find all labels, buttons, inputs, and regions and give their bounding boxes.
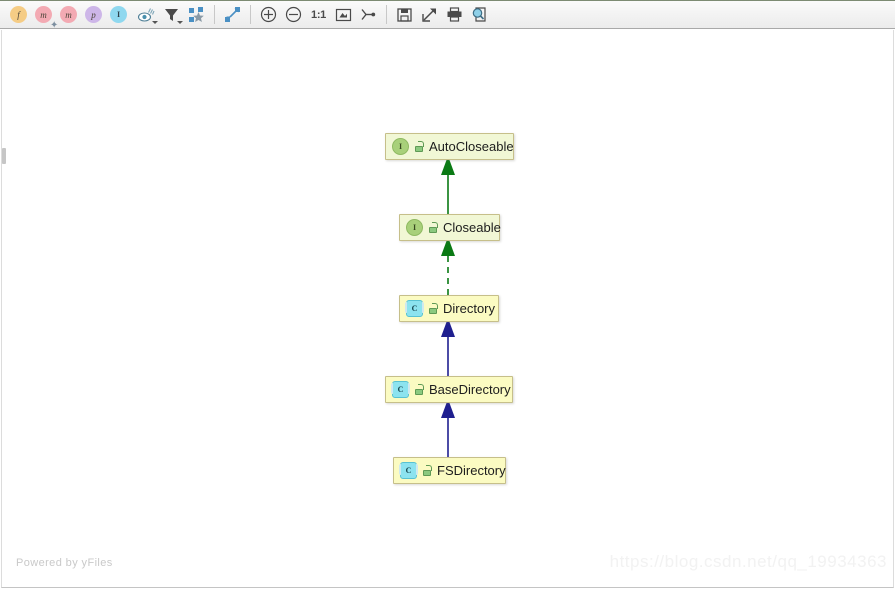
filter-button[interactable]: [159, 2, 184, 27]
export-button[interactable]: [417, 2, 442, 27]
expand-arrows-icon: [225, 7, 240, 22]
public-lock-icon: [429, 222, 438, 233]
node-category-button[interactable]: [184, 2, 209, 27]
node-label: FSDirectory: [437, 463, 506, 478]
public-lock-icon: [429, 303, 438, 314]
interface-type-icon: I: [406, 219, 423, 236]
zoom-out-button[interactable]: [281, 2, 306, 27]
interface-type-icon: I: [392, 138, 409, 155]
property-badge-icon: p: [85, 6, 102, 23]
find-usages-button[interactable]: [467, 2, 492, 27]
public-lock-icon: [423, 465, 432, 476]
zoom-in-icon: [260, 6, 277, 23]
method-badge-icon: m: [60, 6, 77, 23]
printer-icon: [447, 7, 462, 22]
class-type-icon: C: [405, 300, 424, 317]
show-interfaces-button[interactable]: I: [106, 2, 131, 27]
node-basedirectory[interactable]: C BaseDirectory: [385, 376, 513, 403]
edge-closeable-extends-autocloseable: [441, 156, 455, 214]
node-closeable[interactable]: I Closeable: [399, 214, 501, 241]
node-label: Directory: [443, 301, 496, 316]
public-lock-icon: [415, 384, 424, 395]
fit-content-button[interactable]: [331, 2, 356, 27]
class-type-icon: C: [399, 462, 418, 479]
toolbar-separator: [386, 5, 387, 24]
public-lock-icon: [415, 141, 424, 152]
graph-viewer-window: f m ✦ m p I 1:1 I AutoCloseable I Closea…: [0, 0, 895, 589]
interface-badge-icon: I: [110, 6, 127, 23]
magnifier-document-icon: [472, 7, 486, 22]
blog-url-watermark: https://blog.csdn.net/qq_19934363: [609, 552, 887, 571]
show-fields-button[interactable]: f: [6, 2, 31, 27]
save-button[interactable]: [392, 2, 417, 27]
chevron-down-icon: [152, 21, 158, 24]
export-arrow-icon: [422, 8, 436, 22]
node-fsdirectory[interactable]: C FSDirectory: [393, 457, 506, 484]
print-button[interactable]: [442, 2, 467, 27]
edge-fsdirectory-extends-basedirectory: [441, 399, 455, 457]
diagram-toolbar: f m ✦ m p I 1:1: [0, 0, 895, 31]
node-label: Closeable: [443, 220, 501, 235]
expand-nodes-button[interactable]: [220, 2, 245, 27]
node-star-icon: [189, 7, 204, 22]
field-badge-icon: f: [10, 6, 27, 23]
show-properties-button[interactable]: p: [81, 2, 106, 27]
node-label: BaseDirectory: [429, 382, 511, 397]
actual-size-button[interactable]: 1:1: [306, 2, 331, 27]
node-label: AutoCloseable: [429, 139, 514, 154]
diagram-canvas[interactable]: I AutoCloseable I Closeable C Directory …: [1, 30, 894, 588]
chevron-down-icon: [177, 21, 183, 24]
yfiles-credit: Powered by yFiles: [16, 557, 113, 569]
toolbar-separator: [214, 5, 215, 24]
one-to-one-text: 1:1: [311, 8, 326, 21]
class-type-icon: C: [391, 381, 410, 398]
zoom-in-button[interactable]: [256, 2, 281, 27]
edge-basedirectory-extends-directory: [441, 318, 455, 376]
hierarchy-layout-icon: [361, 9, 376, 20]
fit-content-icon: [335, 8, 352, 22]
node-directory[interactable]: C Directory: [399, 295, 499, 322]
visibility-scope-button[interactable]: [134, 2, 159, 27]
show-methods-inherited-button[interactable]: m ✦: [31, 2, 58, 31]
layout-hierarchy-button[interactable]: [356, 2, 381, 27]
node-autocloseable[interactable]: I AutoCloseable: [385, 133, 514, 160]
zoom-out-icon: [285, 6, 302, 23]
toolbar-separator: [250, 5, 251, 24]
show-methods-button[interactable]: m: [56, 2, 81, 27]
edge-directory-implements-closeable: [441, 237, 455, 295]
floppy-disk-icon: [397, 8, 412, 22]
